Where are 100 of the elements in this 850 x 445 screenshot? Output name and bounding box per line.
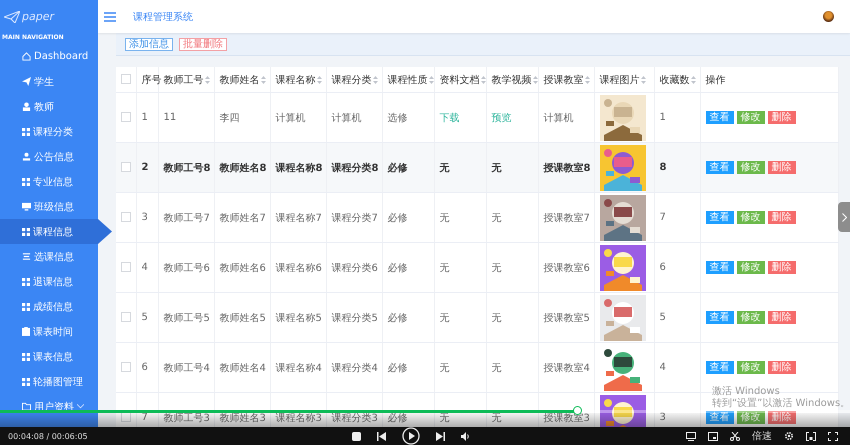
checkbox[interactable]: [121, 74, 131, 84]
table-cell: 教师姓名5: [214, 292, 270, 342]
checkbox[interactable]: [121, 362, 131, 372]
table-cell: 2: [136, 142, 158, 192]
sort-icon[interactable]: [690, 76, 696, 84]
delete-button[interactable]: 删除: [768, 311, 796, 324]
table-cell: 教师姓名4: [214, 342, 270, 392]
grid-icon: [22, 278, 30, 286]
scissors-icon[interactable]: [730, 432, 740, 440]
table-cell: 8: [654, 142, 700, 192]
nav-item[interactable]: 轮播图管理: [0, 369, 98, 394]
nav-item[interactable]: 专业信息: [0, 169, 98, 194]
column-header: 课程分类: [332, 74, 372, 86]
fullscreen-icon[interactable]: [828, 432, 838, 440]
table-cell: 7: [654, 192, 700, 242]
window-icon[interactable]: [806, 432, 816, 440]
edit-button[interactable]: 修改: [736, 311, 764, 324]
sort-icon[interactable]: [640, 76, 646, 84]
sort-icon[interactable]: [584, 76, 590, 84]
table-cell: 课程名称5: [270, 292, 326, 342]
edit-button[interactable]: 修改: [736, 111, 764, 124]
sort-icon[interactable]: [532, 76, 538, 84]
volume-icon[interactable]: [461, 432, 470, 440]
table-cell: 无: [486, 142, 538, 192]
send-icon: [22, 77, 31, 86]
delete-button[interactable]: 删除: [768, 261, 796, 274]
nav-item[interactable]: 选课信息: [0, 244, 98, 269]
settings-icon[interactable]: [784, 431, 794, 441]
sort-icon[interactable]: [316, 76, 322, 84]
edit-button[interactable]: 修改: [736, 211, 764, 224]
checkbox[interactable]: [121, 212, 131, 222]
nav-item[interactable]: 课表信息: [0, 344, 98, 369]
clipboard-icon: [22, 327, 30, 336]
nav-item[interactable]: 公告信息: [0, 144, 98, 169]
table-cell: 无: [434, 342, 486, 392]
nav-item[interactable]: Dashboard: [0, 44, 98, 69]
next-button[interactable]: [838, 202, 850, 232]
stop-icon[interactable]: [352, 432, 361, 440]
table-cell: 无: [486, 192, 538, 242]
checkbox[interactable]: [121, 162, 131, 172]
avatar[interactable]: [823, 11, 834, 22]
menu-icon[interactable]: [104, 12, 116, 22]
table-cell: 授课教室8: [538, 142, 594, 192]
activation-title: 激活 Windows: [712, 386, 781, 398]
add-button[interactable]: 添加信息: [125, 38, 173, 50]
delete-button[interactable]: 删除: [768, 161, 796, 174]
view-button[interactable]: 查看: [706, 261, 734, 274]
checkbox[interactable]: [121, 412, 131, 422]
column-header: 资料文档: [440, 74, 480, 86]
grid-icon: [22, 378, 30, 386]
play-button[interactable]: [402, 427, 420, 445]
sort-icon[interactable]: [204, 76, 210, 84]
table-cell: 教师工号6: [158, 242, 214, 292]
view-button[interactable]: 查看: [706, 311, 734, 324]
delete-button[interactable]: 删除: [768, 111, 796, 124]
column-header: 课程图片: [600, 74, 640, 86]
screen-icon[interactable]: [708, 432, 718, 440]
sort-icon[interactable]: [372, 76, 378, 84]
edit-button[interactable]: 修改: [736, 261, 764, 274]
view-button[interactable]: 查看: [706, 161, 734, 174]
checkbox[interactable]: [121, 112, 131, 122]
grid-icon: [22, 178, 30, 186]
nav-item[interactable]: 课程信息: [0, 219, 112, 244]
batch-delete-button[interactable]: 批量删除: [179, 38, 227, 50]
nav-item[interactable]: 学生: [0, 69, 98, 94]
delete-button[interactable]: 删除: [768, 361, 796, 374]
logo-text: paper: [22, 10, 54, 23]
nav-item[interactable]: 课表时间: [0, 319, 98, 344]
table-cell: 教师工号5: [158, 292, 214, 342]
checkbox[interactable]: [121, 312, 131, 322]
checkbox[interactable]: [121, 262, 131, 272]
speed-button[interactable]: 倍速: [752, 429, 772, 443]
delete-button[interactable]: 删除: [768, 211, 796, 224]
column-header: 序号: [142, 74, 162, 86]
nav-item[interactable]: 班级信息: [0, 194, 98, 219]
view-button[interactable]: 查看: [706, 411, 734, 424]
nav-item[interactable]: 课程分类: [0, 119, 98, 144]
sort-icon[interactable]: [260, 76, 266, 84]
view-button[interactable]: 查看: [706, 111, 734, 124]
view-button[interactable]: 查看: [706, 361, 734, 374]
person-icon: [22, 102, 31, 111]
table-cell: 教师工号7: [158, 192, 214, 242]
nav-item[interactable]: 退课信息: [0, 269, 98, 294]
next-icon[interactable]: [436, 432, 445, 440]
table-cell: 教师工号4: [158, 342, 214, 392]
column-header: 教师工号: [164, 74, 204, 86]
table-cell: 必修: [382, 242, 434, 292]
view-button[interactable]: 查看: [706, 211, 734, 224]
column-header: 收藏数: [660, 74, 690, 86]
edit-button[interactable]: 修改: [736, 161, 764, 174]
sort-icon[interactable]: [480, 76, 486, 84]
home-icon: [22, 52, 31, 61]
nav-item[interactable]: 成绩信息: [0, 294, 98, 319]
table-cell: 课程名称8: [270, 142, 326, 192]
previous-icon[interactable]: [377, 432, 386, 440]
edit-button[interactable]: 修改: [736, 411, 764, 424]
delete-button[interactable]: 删除: [768, 411, 796, 424]
sort-icon[interactable]: [428, 76, 434, 84]
nav-item[interactable]: 教师: [0, 94, 98, 119]
edit-button[interactable]: 修改: [736, 361, 764, 374]
